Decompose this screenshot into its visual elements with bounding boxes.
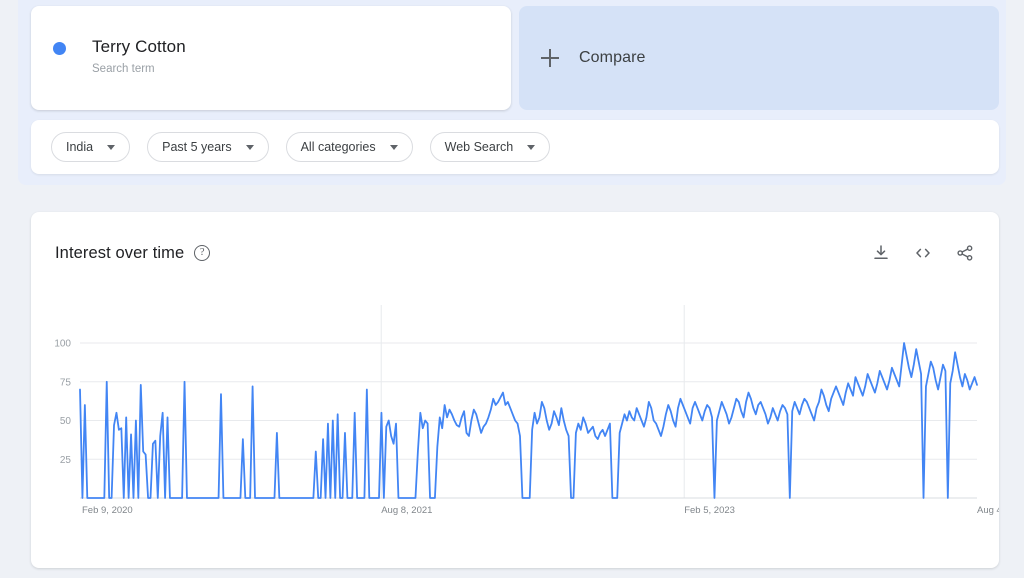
search-term-title: Terry Cotton xyxy=(92,37,186,56)
y-axis-tick-label: 100 xyxy=(54,339,71,350)
interest-over-time-card: Interest over time ? 25 50 75 100 Feb 9,… xyxy=(31,212,999,568)
search-term-inner: Terry Cotton Search term xyxy=(53,36,186,78)
compare-inner: Compare xyxy=(541,6,646,110)
x-axis-tick-label: Feb 5, 2023 xyxy=(684,505,735,516)
chevron-down-icon xyxy=(245,144,254,150)
chart-svg: 25 50 75 100 Feb 9, 2020 Aug 8, 2021 Feb 5, 20… xyxy=(54,305,999,516)
filter-chip-searchtype-label: Web Search xyxy=(444,140,514,154)
x-axis-tick-label: Aug 4, 2024 xyxy=(977,505,999,516)
google-trends-page: Terry Cotton Search term Compare India P… xyxy=(0,0,1024,578)
filter-chip-location-label: India xyxy=(66,140,94,154)
plus-icon xyxy=(541,49,559,67)
compare-card[interactable]: Compare xyxy=(519,6,999,110)
chevron-down-icon xyxy=(527,144,536,150)
y-axis-tick-label: 75 xyxy=(60,377,72,388)
y-axis-tick-label: 25 xyxy=(60,455,72,466)
y-axis-tick-label: 50 xyxy=(60,416,72,427)
filter-chip-location[interactable]: India xyxy=(51,132,131,162)
filter-chip-category-label: All categories xyxy=(300,140,376,154)
compare-label: Compare xyxy=(579,49,646,66)
chevron-down-icon xyxy=(107,144,116,150)
search-term-subtitle: Search term xyxy=(92,63,155,75)
series-color-dot-icon xyxy=(53,42,66,55)
interest-over-time-plot: 25 50 75 100 Feb 9, 2020 Aug 8, 2021 Feb 5, 20… xyxy=(31,212,999,568)
filter-chip-timerange-label: Past 5 years xyxy=(162,140,232,154)
search-term-texts: Terry Cotton Search term xyxy=(92,36,186,78)
x-axis-tick-label: Aug 8, 2021 xyxy=(381,505,432,516)
filter-chip-searchtype[interactable]: Web Search xyxy=(429,132,551,162)
filter-chip-timerange[interactable]: Past 5 years xyxy=(147,132,269,162)
chevron-down-icon xyxy=(389,144,398,150)
filter-bar: India Past 5 years All categories Web Se… xyxy=(31,120,999,174)
x-axis-tick-label: Feb 9, 2020 xyxy=(82,505,133,516)
filter-chip-category[interactable]: All categories xyxy=(285,132,413,162)
search-term-card[interactable]: Terry Cotton Search term xyxy=(31,6,511,110)
